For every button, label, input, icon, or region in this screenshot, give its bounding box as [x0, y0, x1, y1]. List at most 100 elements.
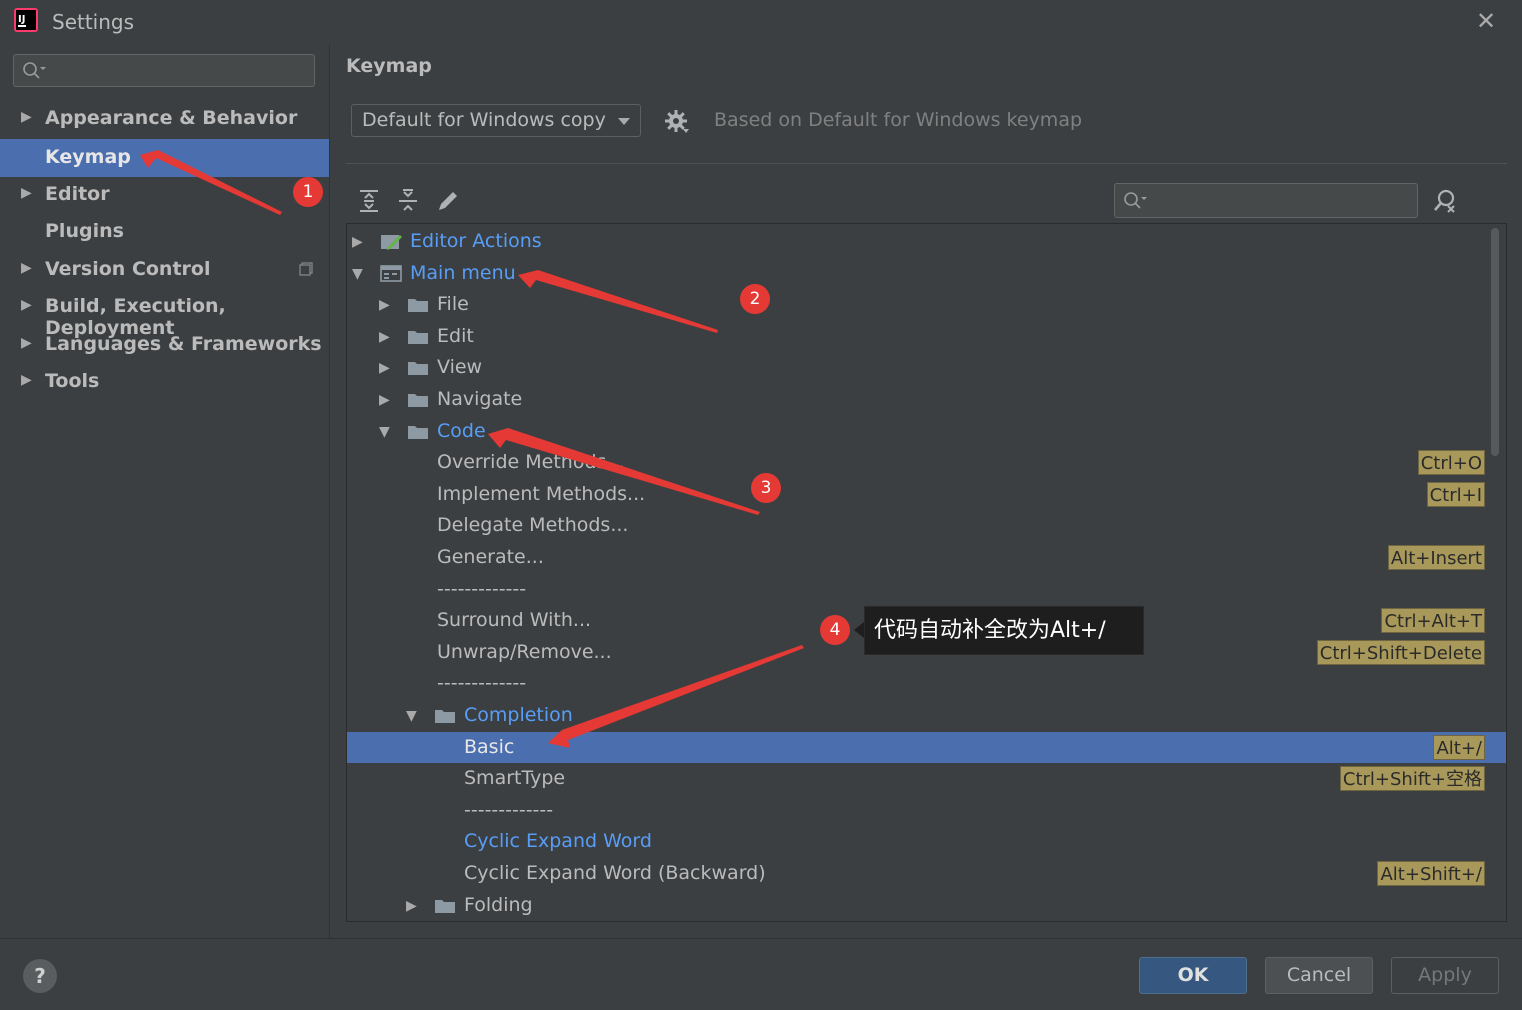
tree-row[interactable]: ▼ Main menu	[347, 258, 1506, 289]
sidebar-item-appearance[interactable]: ▶ Appearance & Behavior	[0, 100, 329, 138]
tree-row-label: Surround With...	[437, 609, 592, 632]
expand-arrow-icon[interactable]: ▶	[352, 234, 363, 250]
close-button[interactable]: ✕	[1472, 6, 1500, 36]
expand-arrow-icon: ▶	[21, 185, 32, 201]
search-icon	[23, 62, 46, 79]
sidebar-search-input[interactable]	[13, 54, 315, 87]
tree-row-label: Implement Methods...	[437, 482, 646, 505]
annotation-badge-2: 2	[740, 284, 770, 314]
tree-row[interactable]: Cyclic Expand Word (Backward) Alt+Shift+/	[347, 858, 1506, 889]
keymap-action-tree[interactable]: ▶ Editor Actions ▼ Main menu ▶ File ▶ Edit ▶ View…	[346, 223, 1507, 922]
keymap-dropdown[interactable]: Default for Windows copy	[351, 104, 641, 137]
tree-row-label: Main menu	[410, 261, 516, 284]
tree-row-label: Folding	[464, 893, 533, 916]
cancel-button[interactable]: Cancel	[1265, 957, 1373, 994]
help-button[interactable]: ?	[23, 959, 57, 993]
tree-row[interactable]: Generate... Alt+Insert	[347, 542, 1506, 573]
keymap-dropdown-value: Default for Windows copy	[362, 109, 606, 131]
shortcut-badge: Ctrl+Shift+空格	[1339, 766, 1485, 792]
ok-button[interactable]: OK	[1139, 957, 1247, 994]
tree-row-label: Cyclic Expand Word (Backward)	[464, 862, 766, 884]
annotation-badge-3: 3	[751, 473, 781, 503]
tree-row[interactable]: Override Methods... Ctrl+O	[347, 447, 1506, 478]
tree-row-label: Delegate Methods...	[437, 514, 629, 537]
expand-arrow-icon: ▶	[21, 335, 32, 351]
tree-row-label: Navigate	[437, 388, 523, 410]
tree-row[interactable]: ▶ Folding	[347, 890, 1506, 921]
expand-arrow-icon[interactable]: ▶	[406, 898, 417, 914]
tree-row[interactable]: ▶ Edit	[347, 321, 1506, 352]
sidebar-item-version-control[interactable]: ▶ Version Control	[0, 251, 329, 289]
sidebar-item-keymap[interactable]: Keymap	[0, 139, 329, 177]
edit-pencil-icon[interactable]	[435, 188, 461, 214]
sidebar-item-label: Version Control	[45, 258, 211, 280]
sidebar-item-plugins[interactable]: Plugins	[0, 213, 329, 251]
editor-actions-icon	[381, 235, 402, 250]
tree-row-label: -------------	[437, 577, 527, 600]
sidebar-item-languages[interactable]: ▶ Languages & Frameworks	[0, 326, 329, 364]
page-title: Keymap	[346, 55, 432, 77]
tree-row[interactable]: Basic Alt+/	[347, 731, 1506, 763]
tree-row[interactable]: -------------	[347, 668, 1506, 699]
sidebar-item-build[interactable]: ▶ Build, Execution, Deployment	[0, 288, 329, 339]
tree-row-label: View	[437, 356, 483, 379]
tree-row-label: Completion	[464, 704, 573, 726]
annotation-badge-4: 4	[820, 615, 850, 645]
shortcut-badge: Alt+/	[1433, 734, 1485, 760]
action-search-input[interactable]	[1114, 183, 1418, 218]
tree-row[interactable]: Delegate Methods...	[347, 510, 1506, 541]
splitter[interactable]	[329, 44, 330, 938]
expand-arrow-icon: ▶	[21, 109, 32, 125]
expand-arrow-icon[interactable]: ▶	[379, 392, 390, 408]
tree-row[interactable]: SmartType Ctrl+Shift+空格	[347, 763, 1506, 794]
chevron-down-icon	[618, 118, 630, 125]
gear-icon[interactable]	[664, 109, 690, 135]
project-level-icon	[299, 262, 313, 276]
shortcut-badge: Alt+Insert	[1387, 545, 1485, 570]
tooltip-tail	[854, 622, 864, 638]
tree-row[interactable]: Cyclic Expand Word	[347, 826, 1506, 857]
tree-row[interactable]: ▶ Navigate	[347, 384, 1506, 415]
tree-row-label: File	[437, 293, 469, 316]
apply-button[interactable]: Apply	[1391, 957, 1499, 994]
expand-all-icon[interactable]	[356, 188, 382, 214]
folder-icon	[408, 394, 428, 407]
sidebar-item-editor[interactable]: ▶ Editor	[0, 176, 329, 214]
tree-row[interactable]: ▼ Code	[347, 416, 1506, 447]
tree-row[interactable]: ▼ Completion	[347, 700, 1506, 731]
tree-row[interactable]: ▶ File	[347, 289, 1506, 320]
tree-row-label: SmartType	[464, 767, 566, 790]
tree-row[interactable]: -------------	[347, 574, 1506, 605]
find-by-shortcut-icon[interactable]	[1432, 188, 1458, 214]
tree-row[interactable]: -------------	[347, 795, 1506, 826]
tree-row-label: Cyclic Expand Word	[464, 830, 652, 853]
collapse-arrow-icon[interactable]: ▼	[379, 424, 390, 440]
folder-icon	[408, 362, 428, 376]
sidebar-item-label: Appearance & Behavior	[45, 107, 298, 129]
separator	[346, 163, 1507, 164]
folder-icon	[408, 330, 428, 344]
expand-arrow-icon: ▶	[21, 260, 32, 276]
tree-row-label: Generate...	[437, 546, 544, 568]
tree-row-label: Basic	[464, 735, 515, 758]
expand-arrow-icon[interactable]: ▶	[379, 360, 390, 376]
tree-row[interactable]: ▶ View	[347, 352, 1506, 383]
vertical-scrollbar[interactable]	[1491, 228, 1499, 456]
expand-arrow-icon[interactable]: ▶	[379, 297, 390, 313]
collapse-arrow-icon[interactable]: ▼	[406, 708, 417, 724]
tree-row[interactable]: ▶ Editor Actions	[347, 226, 1506, 257]
window-title: Settings	[52, 10, 135, 34]
tree-row-label: -------------	[437, 672, 527, 695]
sidebar-item-label: Tools	[45, 370, 100, 392]
shortcut-badge: Ctrl+Alt+T	[1381, 608, 1485, 634]
collapse-arrow-icon[interactable]: ▼	[352, 266, 363, 282]
folder-icon	[408, 425, 428, 439]
tree-row[interactable]: Implement Methods... Ctrl+I	[347, 479, 1506, 510]
tree-row-label: Edit	[437, 324, 474, 347]
expand-arrow-icon: ▶	[21, 372, 32, 388]
sidebar-item-tools[interactable]: ▶ Tools	[0, 363, 329, 401]
collapse-all-icon[interactable]	[395, 188, 421, 214]
folder-icon	[408, 299, 428, 313]
expand-arrow-icon[interactable]: ▶	[379, 329, 390, 345]
sidebar-item-label: Keymap	[45, 146, 131, 168]
